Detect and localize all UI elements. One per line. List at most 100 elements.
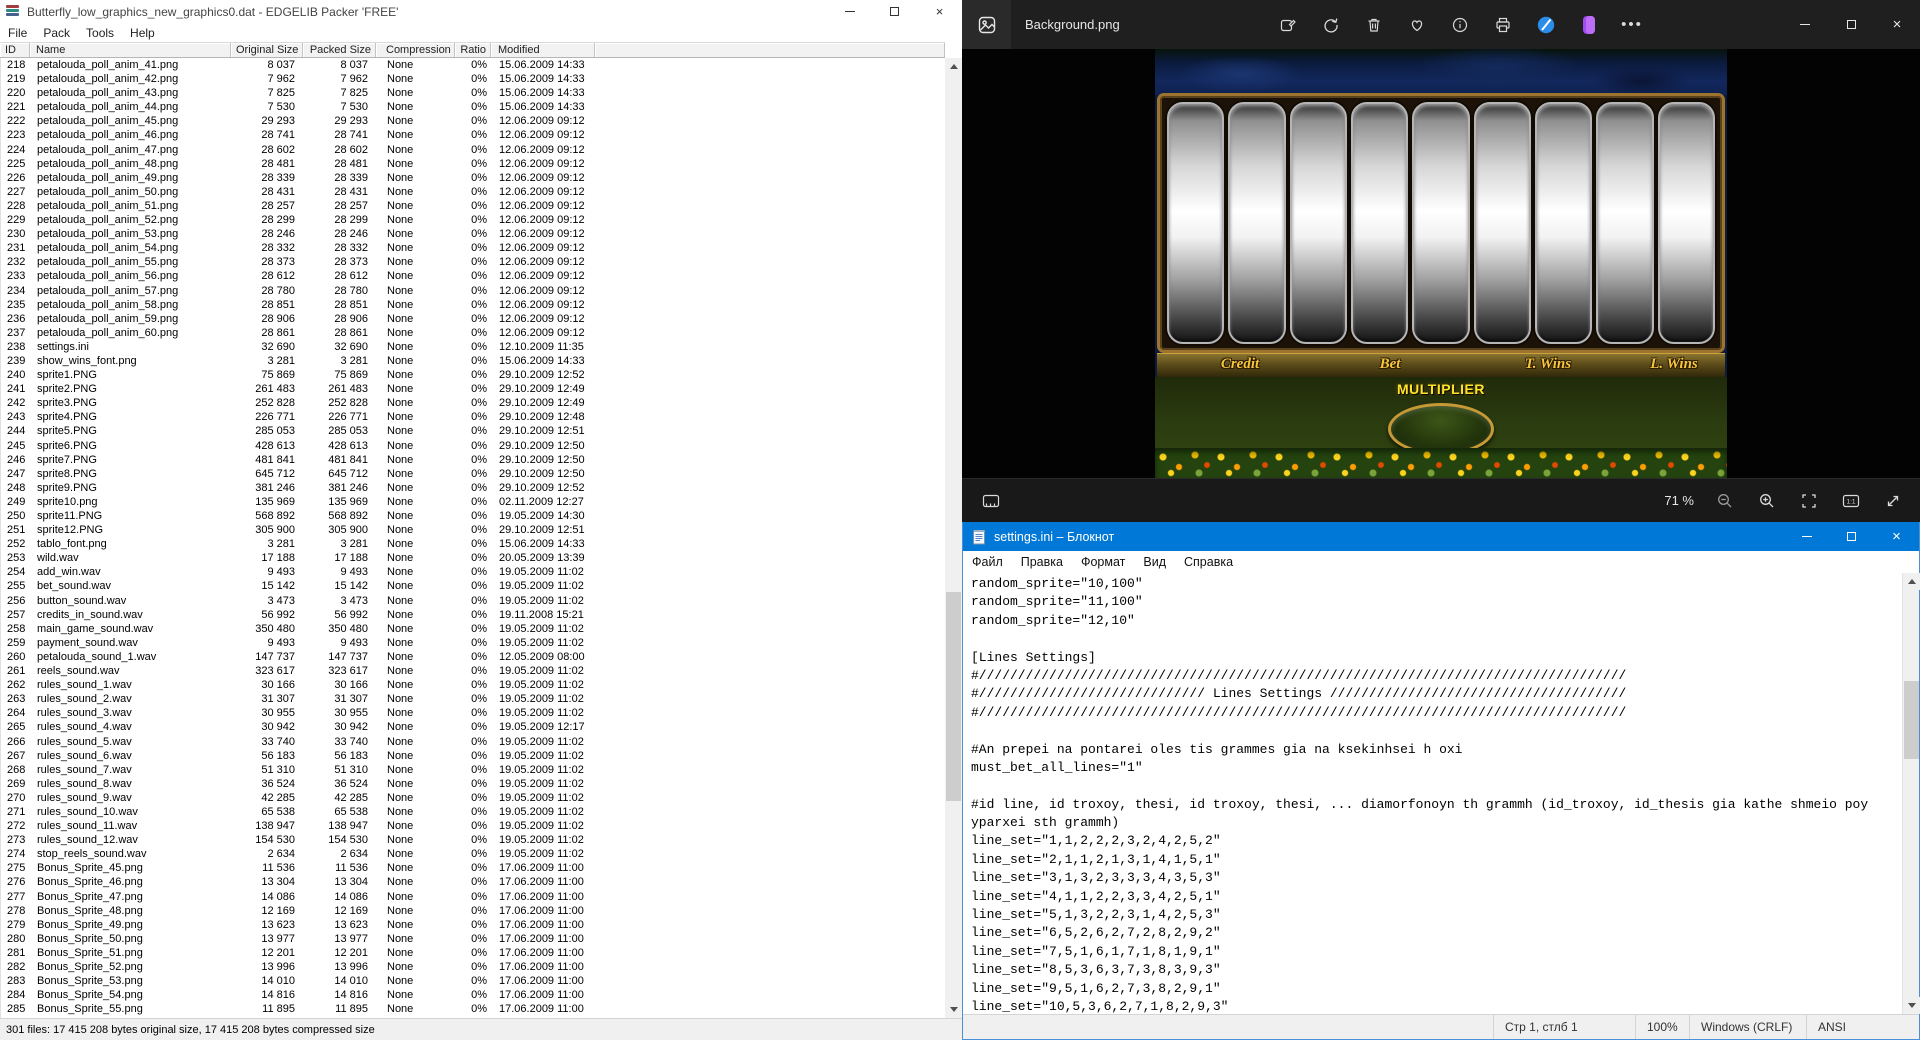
scroll-down-button[interactable] — [1903, 997, 1920, 1014]
fullscreen-icon[interactable] — [1882, 490, 1904, 512]
packer-close-button[interactable]: × — [917, 0, 962, 23]
table-row[interactable]: 271rules_sound_10.wav65 53865 538None0%1… — [1, 805, 945, 819]
notepad-menu-вид[interactable]: Вид — [1134, 551, 1175, 573]
notepad-close-button[interactable]: × — [1874, 522, 1919, 551]
table-row[interactable]: 234petalouda_poll_anim_57.png28 78028 78… — [1, 284, 945, 298]
table-row[interactable]: 261reels_sound.wav323 617323 617None0%19… — [1, 664, 945, 678]
notepad-vertical-scrollbar[interactable] — [1902, 573, 1919, 1014]
table-row[interactable]: 262rules_sound_1.wav30 16630 166None0%19… — [1, 678, 945, 692]
table-row[interactable]: 285Bonus_Sprite_55.png11 89511 895None0%… — [1, 1002, 945, 1016]
packer-maximize-button[interactable] — [872, 0, 917, 23]
table-row[interactable]: 223petalouda_poll_anim_46.png28 74128 74… — [1, 128, 945, 142]
table-row[interactable]: 260petalouda_sound_1.wav147 737147 737No… — [1, 650, 945, 664]
table-row[interactable]: 264rules_sound_3.wav30 95530 955None0%19… — [1, 706, 945, 720]
table-row[interactable]: 245sprite6.PNG428 613428 613None0%29.10.… — [1, 439, 945, 453]
edit-image-icon[interactable] — [1277, 14, 1299, 36]
table-row[interactable]: 270rules_sound_9.wav42 28542 285None0%19… — [1, 791, 945, 805]
table-row[interactable]: 227petalouda_poll_anim_50.png28 43128 43… — [1, 185, 945, 199]
packer-menu-tools[interactable]: Tools — [78, 23, 122, 42]
table-row[interactable]: 235petalouda_poll_anim_58.png28 85128 85… — [1, 298, 945, 312]
column-header-id[interactable]: ID — [0, 43, 30, 57]
resize-grip[interactable] — [1905, 1015, 1919, 1039]
table-row[interactable]: 237petalouda_poll_anim_60.png28 86128 86… — [1, 326, 945, 340]
table-row[interactable]: 275Bonus_Sprite_45.png11 53611 536None0%… — [1, 861, 945, 875]
table-row[interactable]: 236petalouda_poll_anim_59.png28 90628 90… — [1, 312, 945, 326]
clipchamp-icon[interactable] — [1578, 14, 1600, 36]
table-row[interactable]: 254add_win.wav9 4939 493None0%19.05.2009… — [1, 565, 945, 579]
table-row[interactable]: 224petalouda_poll_anim_47.png28 60228 60… — [1, 143, 945, 157]
scrollbar-thumb[interactable] — [1904, 681, 1919, 759]
fit-to-window-icon[interactable] — [1798, 490, 1820, 512]
packer-minimize-button[interactable] — [827, 0, 872, 23]
column-header-original-size[interactable]: Original Size — [231, 43, 303, 57]
table-row[interactable]: 233petalouda_poll_anim_56.png28 61228 61… — [1, 269, 945, 283]
scrollbar-thumb[interactable] — [946, 592, 961, 801]
table-row[interactable]: 267rules_sound_6.wav56 18356 183None0%19… — [1, 749, 945, 763]
table-row[interactable]: 265rules_sound_4.wav30 94230 942None0%19… — [1, 720, 945, 734]
table-row[interactable]: 225petalouda_poll_anim_48.png28 48128 48… — [1, 157, 945, 171]
table-row[interactable]: 248sprite9.PNG381 246381 246None0%29.10.… — [1, 481, 945, 495]
table-row[interactable]: 226petalouda_poll_anim_49.png28 33928 33… — [1, 171, 945, 185]
table-row[interactable]: 252tablo_font.png3 2813 281None0%15.06.2… — [1, 537, 945, 551]
table-row[interactable]: 259payment_sound.wav9 4939 493None0%19.0… — [1, 636, 945, 650]
table-row[interactable]: 231petalouda_poll_anim_54.png28 33228 33… — [1, 241, 945, 255]
table-row[interactable]: 273rules_sound_12.wav154 530154 530None0… — [1, 833, 945, 847]
visual-search-icon[interactable] — [1535, 14, 1557, 36]
packer-menu-pack[interactable]: Pack — [35, 23, 78, 42]
table-row[interactable]: 272rules_sound_11.wav138 947138 947None0… — [1, 819, 945, 833]
table-row[interactable]: 263rules_sound_2.wav31 30731 307None0%19… — [1, 692, 945, 706]
notepad-menu-справка[interactable]: Справка — [1175, 551, 1242, 573]
table-row[interactable]: 278Bonus_Sprite_48.png12 16912 169None0%… — [1, 904, 945, 918]
packer-file-list[interactable]: 218petalouda_poll_anim_41.png8 0378 037N… — [0, 58, 945, 1018]
photos-close-button[interactable]: × — [1874, 0, 1920, 49]
table-row[interactable]: 247sprite8.PNG645 712645 712None0%29.10.… — [1, 467, 945, 481]
scroll-down-button[interactable] — [945, 1001, 962, 1018]
table-row[interactable]: 280Bonus_Sprite_50.png13 97713 977None0%… — [1, 932, 945, 946]
table-row[interactable]: 239show_wins_font.png3 2813 281None0%15.… — [1, 354, 945, 368]
notepad-menu-формат[interactable]: Формат — [1072, 551, 1134, 573]
table-row[interactable]: 244sprite5.PNG285 053285 053None0%29.10.… — [1, 424, 945, 438]
favorite-icon[interactable] — [1406, 14, 1428, 36]
table-row[interactable]: 266rules_sound_5.wav33 74033 740None0%19… — [1, 735, 945, 749]
table-row[interactable]: 242sprite3.PNG252 828252 828None0%29.10.… — [1, 396, 945, 410]
notepad-maximize-button[interactable] — [1829, 522, 1874, 551]
packer-menu-file[interactable]: File — [0, 23, 35, 42]
table-row[interactable]: 218petalouda_poll_anim_41.png8 0378 037N… — [1, 58, 945, 72]
table-row[interactable]: 250sprite11.PNG568 892568 892None0%19.05… — [1, 509, 945, 523]
table-row[interactable]: 269rules_sound_8.wav36 52436 524None0%19… — [1, 777, 945, 791]
info-icon[interactable] — [1449, 14, 1471, 36]
table-row[interactable]: 243sprite4.PNG226 771226 771None0%29.10.… — [1, 410, 945, 424]
notepad-menu-файл[interactable]: Файл — [963, 551, 1012, 573]
table-row[interactable]: 257credits_in_sound.wav56 99256 992None0… — [1, 608, 945, 622]
photos-minimize-button[interactable] — [1782, 0, 1828, 49]
table-row[interactable]: 246sprite7.PNG481 841481 841None0%29.10.… — [1, 453, 945, 467]
table-row[interactable]: 249sprite10.png135 969135 969None0%02.11… — [1, 495, 945, 509]
photos-maximize-button[interactable] — [1828, 0, 1874, 49]
rotate-icon[interactable] — [1320, 14, 1342, 36]
scroll-up-button[interactable] — [945, 58, 962, 75]
table-row[interactable]: 253wild.wav17 18817 188None0%20.05.2009 … — [1, 551, 945, 565]
delete-icon[interactable] — [1363, 14, 1385, 36]
table-row[interactable]: 228petalouda_poll_anim_51.png28 25728 25… — [1, 199, 945, 213]
table-row[interactable]: 240sprite1.PNG75 86975 869None0%29.10.20… — [1, 368, 945, 382]
table-row[interactable]: 284Bonus_Sprite_54.png14 81614 816None0%… — [1, 988, 945, 1002]
zoom-out-icon[interactable] — [1714, 490, 1736, 512]
table-row[interactable]: 255bet_sound.wav15 14215 142None0%19.05.… — [1, 579, 945, 593]
filmstrip-icon[interactable] — [980, 490, 1002, 512]
table-row[interactable]: 281Bonus_Sprite_51.png12 20112 201None0%… — [1, 946, 945, 960]
notepad-text-area[interactable]: random_sprite="10,100"random_sprite="11,… — [963, 573, 1902, 1014]
table-row[interactable]: 251sprite12.PNG305 900305 900None0%29.10… — [1, 523, 945, 537]
table-row[interactable]: 277Bonus_Sprite_47.png14 08614 086None0%… — [1, 890, 945, 904]
column-header-ratio[interactable]: Ratio — [455, 43, 491, 57]
table-row[interactable]: 222petalouda_poll_anim_45.png29 29329 29… — [1, 114, 945, 128]
notepad-minimize-button[interactable] — [1784, 522, 1829, 551]
table-row[interactable]: 221petalouda_poll_anim_44.png7 5307 530N… — [1, 100, 945, 114]
packer-vertical-scrollbar[interactable] — [945, 58, 962, 1018]
table-row[interactable]: 232petalouda_poll_anim_55.png28 37328 37… — [1, 255, 945, 269]
table-row[interactable]: 274stop_reels_sound.wav2 6342 634None0%1… — [1, 847, 945, 861]
table-row[interactable]: 276Bonus_Sprite_46.png13 30413 304None0%… — [1, 875, 945, 889]
table-row[interactable]: 219petalouda_poll_anim_42.png7 9627 962N… — [1, 72, 945, 86]
table-row[interactable]: 220petalouda_poll_anim_43.png7 8257 825N… — [1, 86, 945, 100]
print-icon[interactable] — [1492, 14, 1514, 36]
notepad-menu-правка[interactable]: Правка — [1012, 551, 1072, 573]
